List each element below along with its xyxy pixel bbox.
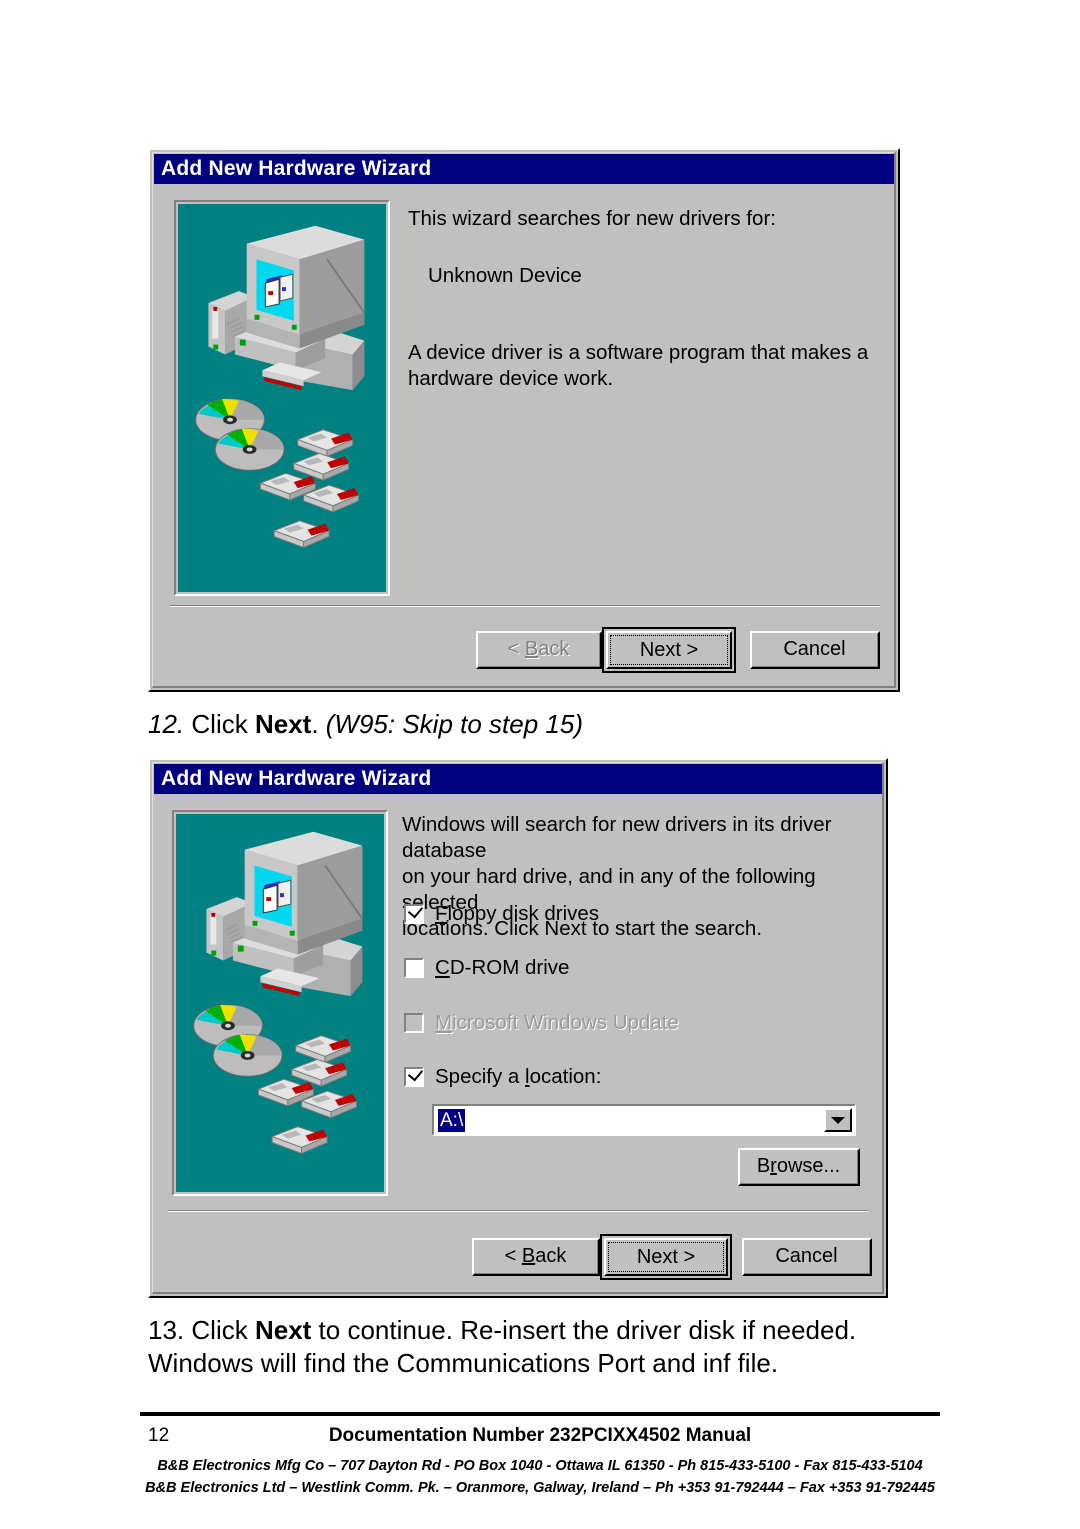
- footer-address: B&B Electronics Mfg Co – 707 Dayton Rd -…: [0, 1455, 1080, 1499]
- footer-address-line-1: B&B Electronics Mfg Co – 707 Dayton Rd -…: [157, 1458, 923, 1474]
- step-12-text-after: .: [311, 709, 326, 739]
- dialog-1-cancel-label: Cancel: [783, 638, 846, 660]
- dialog-2-cancel-label: Cancel: [775, 1245, 838, 1267]
- dialog-2-next-label: Next >: [636, 1245, 696, 1268]
- step-12-text-before: Click: [191, 709, 255, 739]
- browse-button-label: Browse...: [756, 1155, 841, 1177]
- dialog-2-separator: [168, 1210, 868, 1212]
- dialog-1-device-name: Unknown Device: [428, 264, 582, 287]
- step-13-text-after: to continue. Re-insert the driver disk i…: [311, 1315, 857, 1345]
- computer-media-illustration-icon: [178, 204, 386, 592]
- dialog-2-back-label: < Back: [504, 1245, 567, 1267]
- dialog-1-titlebar: Add New Hardware Wizard: [154, 154, 894, 184]
- dialog-2-title: Add New Hardware Wizard: [161, 767, 432, 790]
- browse-button[interactable]: Browse...: [738, 1148, 860, 1186]
- check-tick-icon: [407, 1065, 424, 1082]
- dialog-2-next-button[interactable]: Next >: [600, 1234, 732, 1280]
- checkbox-label-microsoft-windows-update: Microsoft Windows Update: [435, 1011, 679, 1034]
- checkbox-row-floppy-disk-drives[interactable]: Floppy disk drives: [404, 902, 599, 926]
- dialog-1-description: A device driver is a software program th…: [408, 341, 869, 390]
- dialog-1-next-label: Next >: [639, 638, 699, 661]
- dialog-1-heading: This wizard searches for new drivers for…: [408, 207, 776, 230]
- step-12-bold: Next: [254, 709, 312, 739]
- add-new-hardware-wizard-dialog-2: Add New Hardware Wizard Windows will sea…: [148, 758, 888, 1298]
- footer-divider: [140, 1412, 940, 1416]
- checkbox-cd-rom-drive[interactable]: [404, 958, 424, 978]
- check-tick-icon: [407, 902, 424, 919]
- dialog-2-back-button[interactable]: < Back: [472, 1238, 600, 1276]
- step-12-italic: (W95: Skip to step 15): [325, 709, 583, 739]
- step-13-bold: Next: [254, 1315, 312, 1345]
- footer-address-line-2: B&B Electronics Ltd – Westlink Comm. Pk.…: [145, 1480, 935, 1496]
- dialog-1-back-button[interactable]: < Back: [476, 631, 602, 669]
- dialog-2-illustration-frame: [172, 810, 388, 1196]
- dialog-1-title: Add New Hardware Wizard: [161, 157, 432, 180]
- checkbox-label-floppy-disk-drives: Floppy disk drives: [435, 902, 600, 925]
- checkbox-row-specify-a-location[interactable]: Specify a location:: [404, 1065, 601, 1089]
- dialog-1-separator: [170, 605, 880, 607]
- computer-media-illustration-icon-2: [176, 814, 384, 1192]
- chevron-down-icon[interactable]: [824, 1108, 852, 1132]
- checkbox-specify-a-location[interactable]: [404, 1065, 424, 1087]
- location-combobox[interactable]: A:\: [432, 1104, 856, 1136]
- checkbox-microsoft-windows-update[interactable]: [404, 1013, 424, 1033]
- step-13: 13. Click Next to continue. Re-insert th…: [148, 1314, 978, 1380]
- checkbox-floppy-disk-drives[interactable]: [404, 902, 424, 924]
- checkbox-label-specify-a-location: Specify a location:: [435, 1065, 602, 1088]
- add-new-hardware-wizard-dialog-1: Add New Hardware Wizard This wizard sear…: [148, 148, 900, 692]
- footer-doc-number: Documentation Number 232PCIXX4502 Manual: [328, 1425, 752, 1446]
- checkbox-row-microsoft-windows-update[interactable]: Microsoft Windows Update: [404, 1011, 679, 1035]
- step-12-number: 12.: [148, 709, 185, 739]
- checkbox-row-cd-rom-drive[interactable]: CD-ROM drive: [404, 956, 569, 980]
- dialog-2-cancel-button[interactable]: Cancel: [742, 1238, 872, 1276]
- dialog-1-cancel-button[interactable]: Cancel: [750, 631, 880, 669]
- checkbox-label-cd-rom-drive: CD-ROM drive: [435, 956, 570, 979]
- location-combobox-value[interactable]: A:\: [438, 1108, 466, 1132]
- step-13-number: 13.: [148, 1315, 185, 1345]
- dialog-2-titlebar: Add New Hardware Wizard: [154, 764, 882, 794]
- dialog-1-next-button[interactable]: Next >: [602, 627, 736, 673]
- step-12: 12. Click Next. (W95: Skip to step 15): [148, 708, 948, 741]
- step-13-text-before: Click: [191, 1315, 255, 1345]
- step-13-line2: Windows will find the Communications Por…: [148, 1348, 779, 1378]
- dialog-1-back-label: < Back: [507, 638, 570, 660]
- dialog-1-illustration-frame: [174, 200, 390, 596]
